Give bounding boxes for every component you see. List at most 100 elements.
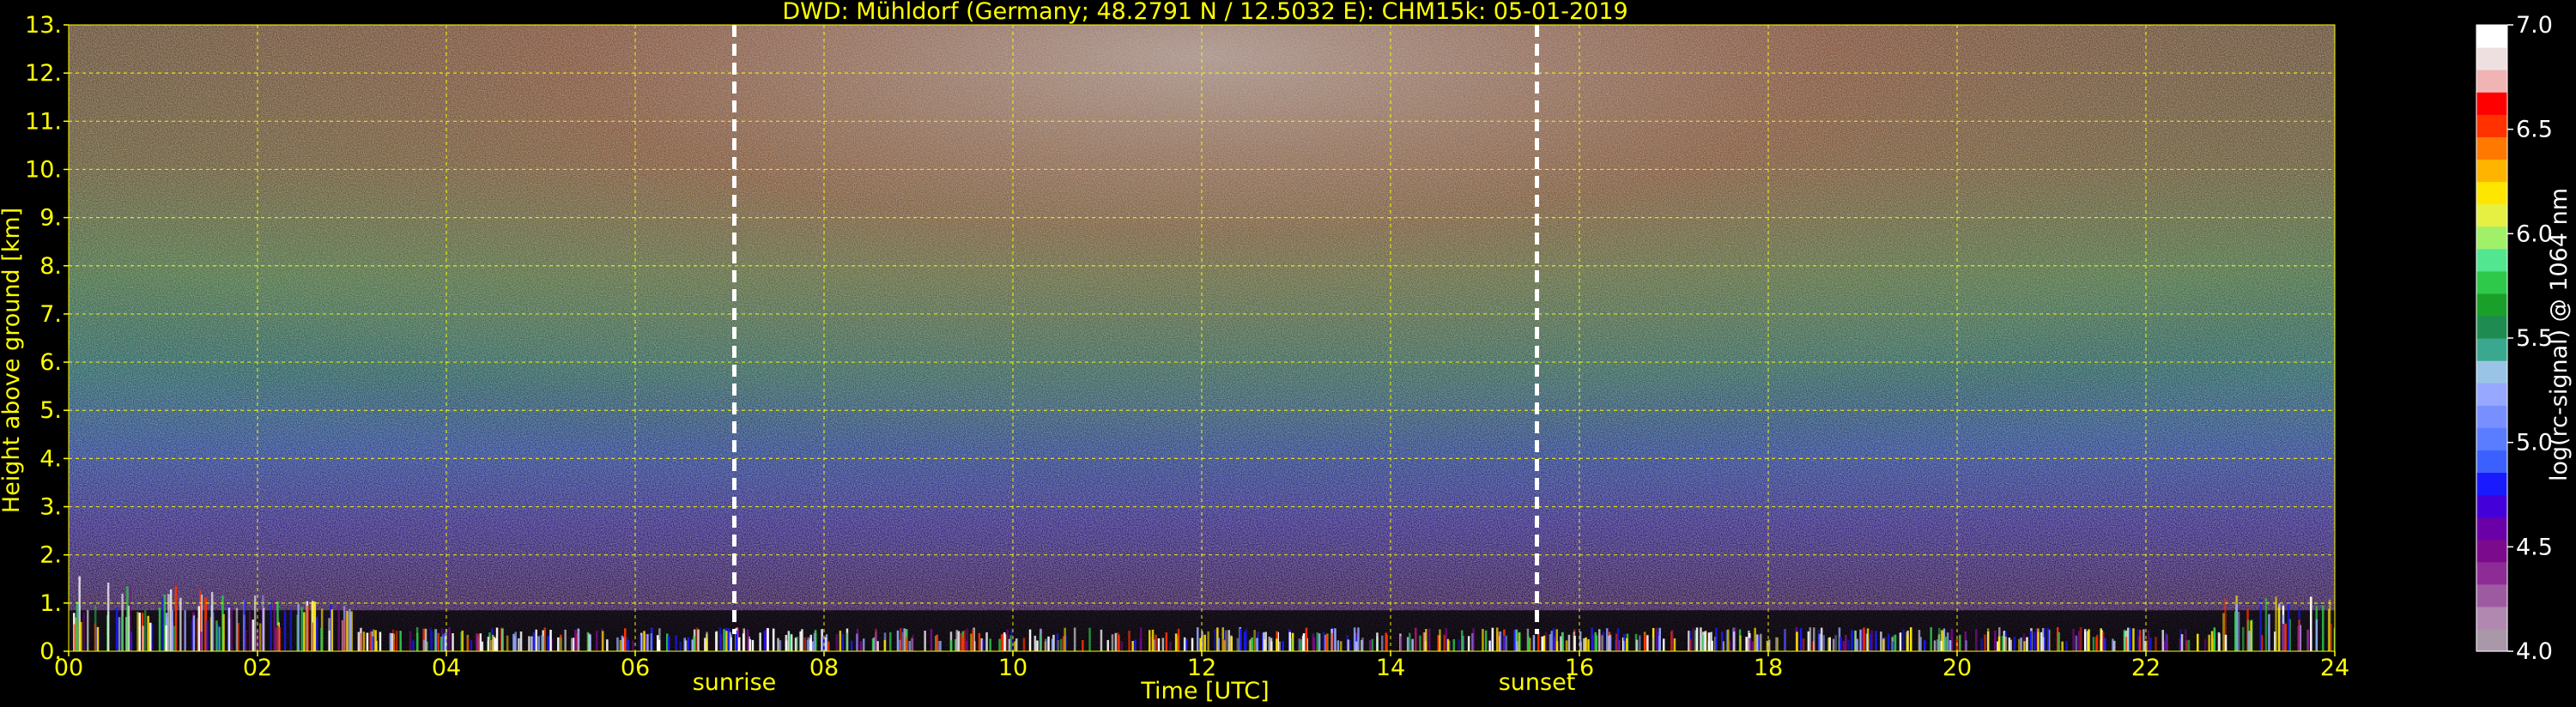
y-tick-label: 6. bbox=[39, 349, 62, 376]
colorbar-tick-label: 6.5 bbox=[2516, 117, 2553, 143]
surface-signal-streak bbox=[2013, 637, 2016, 651]
surface-signal-streak bbox=[173, 625, 176, 651]
surface-signal-streak bbox=[725, 631, 728, 651]
surface-signal-streak bbox=[1646, 635, 1649, 651]
surface-signal-streak bbox=[1700, 627, 1702, 651]
surface-signal-streak bbox=[1721, 631, 1724, 651]
surface-signal-streak bbox=[541, 635, 543, 651]
surface-signal-streak bbox=[306, 605, 309, 651]
surface-signal-streak bbox=[297, 603, 300, 651]
surface-signal-streak bbox=[1882, 639, 1885, 651]
surface-signal-streak bbox=[349, 613, 352, 651]
surface-signal-streak bbox=[1298, 638, 1300, 651]
surface-signal-streak bbox=[1598, 629, 1601, 651]
surface-signal-streak bbox=[1892, 641, 1894, 651]
sunrise-label: sunrise bbox=[693, 669, 777, 696]
colorbar-segment bbox=[2476, 517, 2507, 541]
surface-signal-streak bbox=[978, 632, 981, 651]
surface-signal-streak bbox=[1128, 631, 1130, 651]
surface-signal-streak bbox=[1561, 631, 1564, 651]
surface-signal-streak bbox=[1673, 638, 1676, 651]
surface-signal-streak bbox=[466, 638, 470, 651]
surface-signal-streak bbox=[283, 611, 287, 651]
surface-signal-streak bbox=[203, 597, 206, 651]
surface-signal-streak bbox=[1028, 629, 1032, 651]
surface-signal-streak bbox=[144, 610, 147, 651]
surface-signal-streak bbox=[158, 607, 161, 651]
surface-signal-streak bbox=[624, 628, 627, 651]
surface-signal-streak bbox=[448, 627, 451, 651]
surface-signal-streak bbox=[1207, 631, 1209, 651]
surface-signal-streak bbox=[1861, 629, 1864, 651]
surface-signal-streak bbox=[2009, 639, 2012, 651]
surface-signal-streak bbox=[1516, 641, 1518, 651]
colorbar-segment bbox=[2476, 69, 2507, 93]
surface-signal-streak bbox=[412, 640, 415, 651]
surface-signal-streak bbox=[876, 641, 879, 651]
surface-signal-streak bbox=[1082, 640, 1084, 651]
surface-signal-streak bbox=[626, 636, 628, 651]
surface-signal-streak bbox=[1488, 640, 1491, 651]
surface-signal-streak bbox=[165, 625, 167, 651]
surface-signal-streak bbox=[936, 634, 938, 651]
surface-signal-streak bbox=[1715, 628, 1718, 651]
surface-signal-streak bbox=[1491, 627, 1494, 651]
surface-signal-streak bbox=[1282, 641, 1284, 651]
surface-signal-streak bbox=[442, 632, 445, 651]
surface-signal-streak bbox=[372, 636, 375, 651]
surface-signal-streak bbox=[2065, 640, 2068, 651]
surface-signal-streak bbox=[639, 635, 642, 651]
surface-signal-streak bbox=[1157, 638, 1161, 651]
surface-signal-streak bbox=[2259, 599, 2262, 651]
y-tick-label: 3. bbox=[39, 494, 62, 521]
colorbar-segment bbox=[2476, 606, 2507, 630]
surface-signal-streak bbox=[1591, 627, 1593, 651]
surface-signal-streak bbox=[1997, 636, 2001, 651]
surface-signal-streak bbox=[200, 631, 203, 651]
surface-signal-streak bbox=[2237, 611, 2240, 651]
surface-signal-streak bbox=[1088, 627, 1091, 651]
surface-signal-streak bbox=[2037, 631, 2040, 651]
surface-signal-streak bbox=[342, 619, 345, 651]
surface-signal-streak bbox=[1236, 638, 1240, 651]
surface-signal-streak bbox=[2040, 631, 2043, 651]
surface-signal-streak bbox=[2264, 597, 2268, 651]
surface-signal-streak bbox=[2208, 634, 2210, 651]
surface-signal-streak bbox=[1009, 635, 1012, 651]
surface-signal-streak bbox=[369, 631, 372, 651]
colorbar-segment bbox=[2476, 628, 2507, 652]
surface-signal-streak bbox=[313, 601, 317, 651]
surface-signal-streak bbox=[434, 629, 438, 651]
surface-signal-streak bbox=[399, 631, 402, 651]
colorbar-segment bbox=[2476, 226, 2507, 250]
surface-signal-streak bbox=[1177, 628, 1180, 651]
surface-signal-streak bbox=[142, 625, 144, 651]
surface-signal-streak bbox=[751, 639, 755, 651]
surface-signal-streak bbox=[94, 623, 97, 651]
surface-signal-streak bbox=[2197, 633, 2199, 651]
surface-signal-streak bbox=[1312, 637, 1315, 651]
surface-signal-streak bbox=[1230, 636, 1233, 651]
surface-signal-streak bbox=[1045, 638, 1047, 651]
surface-signal-streak bbox=[1695, 627, 1699, 651]
surface-signal-streak bbox=[461, 630, 464, 651]
surface-signal-streak bbox=[1707, 632, 1711, 651]
surface-signal-streak bbox=[1000, 634, 1003, 651]
surface-signal-streak bbox=[147, 615, 149, 651]
surface-signal-streak bbox=[806, 639, 809, 651]
surface-signal-streak bbox=[2180, 634, 2184, 651]
surface-signal-streak bbox=[658, 628, 661, 651]
surface-signal-streak bbox=[2132, 628, 2135, 651]
surface-signal-streak bbox=[549, 630, 552, 651]
surface-signal-streak bbox=[1288, 631, 1291, 651]
surface-signal-streak bbox=[985, 631, 988, 651]
surface-signal-streak bbox=[2004, 637, 2007, 651]
surface-signal-streak bbox=[1263, 631, 1265, 651]
surface-signal-streak bbox=[1131, 641, 1134, 651]
colorbar-segment bbox=[2476, 248, 2507, 272]
surface-signal-streak bbox=[839, 631, 842, 651]
surface-signal-streak bbox=[1039, 633, 1042, 651]
surface-signal-streak bbox=[691, 639, 694, 651]
colorbar-segment bbox=[2476, 338, 2507, 361]
plot-area bbox=[69, 25, 2335, 651]
